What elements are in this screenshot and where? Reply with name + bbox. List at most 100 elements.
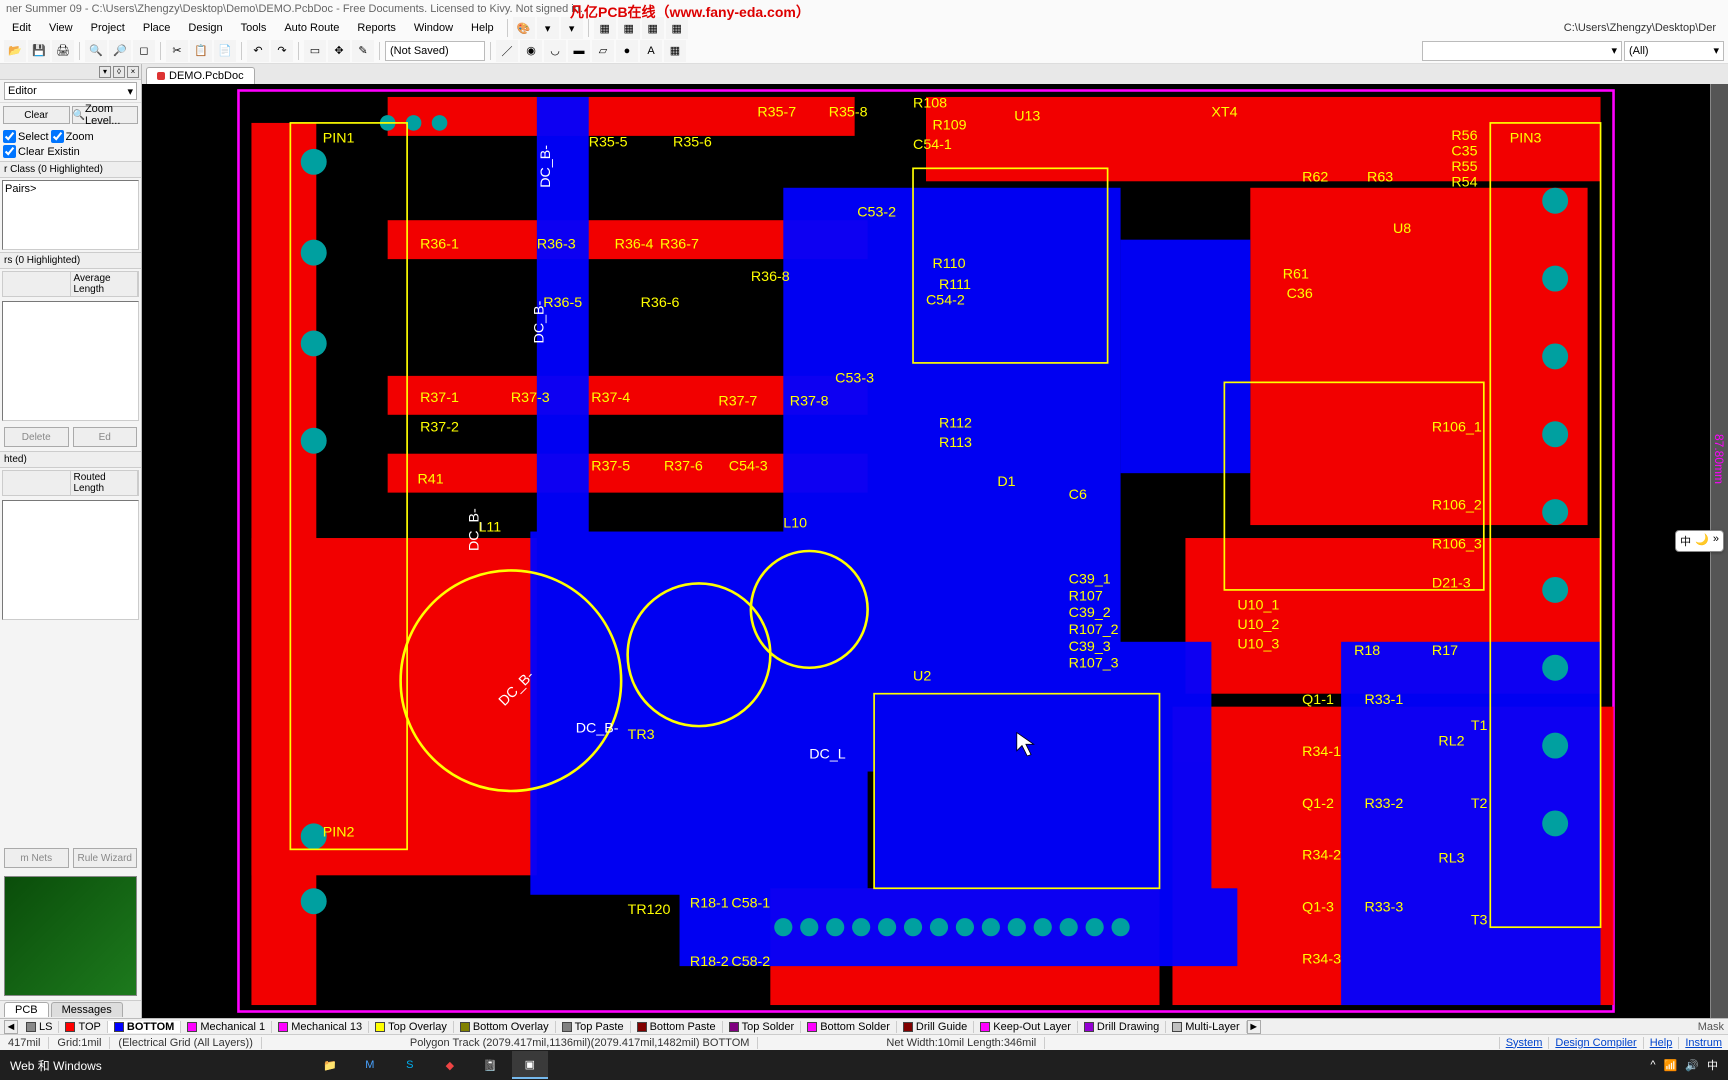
layer-tab-top[interactable]: TOP xyxy=(59,1021,107,1033)
sys-tab-messages[interactable]: Messages xyxy=(51,1002,123,1017)
filter-combo-1[interactable]: ▾ xyxy=(1422,41,1622,61)
layer-tab-bottom-solder[interactable]: Bottom Solder xyxy=(801,1021,897,1033)
menu-autoroute[interactable]: Auto Route xyxy=(276,20,347,36)
rule-wizard-button[interactable]: Rule Wizard xyxy=(73,848,138,868)
paste-icon[interactable]: 📄 xyxy=(214,40,236,62)
layer-tab-mech13[interactable]: Mechanical 13 xyxy=(272,1021,369,1033)
check-clear-existing[interactable]: Clear Existin xyxy=(3,145,80,158)
link-design-compiler[interactable]: Design Compiler xyxy=(1548,1037,1642,1049)
place-fill-icon[interactable]: ▬ xyxy=(568,40,590,62)
layer-tab-top-overlay[interactable]: Top Overlay xyxy=(369,1021,454,1033)
zoom-level-button[interactable]: 🔍 Zoom Level... xyxy=(72,106,139,124)
layer-tab-drill-guide[interactable]: Drill Guide xyxy=(897,1021,974,1033)
check-zoom[interactable]: Zoom xyxy=(51,130,94,143)
panel-close-icon[interactable]: × xyxy=(127,66,139,78)
panel-menu-icon[interactable]: ▾ xyxy=(99,66,111,78)
delete-button[interactable]: Delete xyxy=(4,427,69,447)
place-line-icon[interactable]: ／ xyxy=(496,40,518,62)
menu-help[interactable]: Help xyxy=(463,20,502,36)
layer-tab-multilayer[interactable]: Multi-Layer xyxy=(1166,1021,1246,1033)
layer-tab-ls[interactable]: LS xyxy=(20,1021,59,1033)
layer-nav-next[interactable]: ► xyxy=(1247,1020,1261,1034)
start-search[interactable]: Web 和 Windows xyxy=(0,1057,112,1074)
layer-tab-drill-drawing[interactable]: Drill Drawing xyxy=(1078,1021,1166,1033)
class-list[interactable]: Pairs> xyxy=(2,180,139,250)
menu-view[interactable]: View xyxy=(41,20,81,36)
task-app2-icon[interactable]: 📓 xyxy=(472,1051,508,1079)
layer-mask-label[interactable]: Mask xyxy=(1698,1021,1724,1033)
panel-pin-icon[interactable]: ◊ xyxy=(113,66,125,78)
undo-icon[interactable]: ↶ xyxy=(247,40,269,62)
layer-tab-top-solder[interactable]: Top Solder xyxy=(723,1021,802,1033)
print-icon[interactable]: 🖨 xyxy=(52,40,74,62)
place-comp-icon[interactable]: ▦ xyxy=(664,40,686,62)
ime-lang[interactable]: 中 xyxy=(1680,533,1691,549)
pcb-canvas[interactable]: PIN1 PIN2 PIN3 XT4 R108 R109 R35-5 R35-6… xyxy=(142,84,1710,1018)
layer-tab-bottom[interactable]: BOTTOM xyxy=(108,1021,181,1033)
tray-wifi-icon[interactable]: 📶 xyxy=(1664,1059,1678,1072)
place-poly-icon[interactable]: ▱ xyxy=(592,40,614,62)
layer-tab-bottom-overlay[interactable]: Bottom Overlay xyxy=(454,1021,556,1033)
menu-reports[interactable]: Reports xyxy=(349,20,404,36)
svg-text:R37-5: R37-5 xyxy=(591,459,630,475)
task-skype-icon[interactable]: S xyxy=(392,1051,428,1079)
saved-selection-combo[interactable]: (Not Saved) xyxy=(385,41,485,61)
filter-combo-2[interactable]: (All)▾ xyxy=(1624,41,1724,61)
main-toolbar: 📂 💾 🖨 🔍 🔎 ◻ ✂ 📋 📄 ↶ ↷ ▭ ✥ ✎ (Not Saved) … xyxy=(0,38,1728,64)
task-app1-icon[interactable]: ◆ xyxy=(432,1051,468,1079)
task-explorer-icon[interactable]: 📁 xyxy=(312,1051,348,1079)
select-icon[interactable]: ▭ xyxy=(304,40,326,62)
link-system[interactable]: System xyxy=(1499,1037,1549,1049)
menu-place[interactable]: Place xyxy=(135,20,179,36)
zoom-sel-icon[interactable]: ◻ xyxy=(133,40,155,62)
sys-tab-pcb[interactable]: PCB xyxy=(4,1002,49,1017)
palette-btn[interactable]: 🎨 xyxy=(513,17,535,39)
layer-tab-top-paste[interactable]: Top Paste xyxy=(556,1021,631,1033)
menu-design[interactable]: Design xyxy=(180,20,230,36)
nets-button[interactable]: m Nets xyxy=(4,848,69,868)
tray-up-icon[interactable]: ^ xyxy=(1650,1059,1655,1071)
layer-tab-keepout[interactable]: Keep-Out Layer xyxy=(974,1021,1078,1033)
doc-tab-demo[interactable]: DEMO.PcbDoc xyxy=(146,67,255,84)
ime-mode-icon[interactable]: 🌙 xyxy=(1695,533,1709,549)
tray-ime-icon[interactable]: 中 xyxy=(1707,1057,1718,1073)
task-altium-icon[interactable]: ▣ xyxy=(512,1051,548,1079)
pairs-list[interactable] xyxy=(2,301,139,421)
task-browser-icon[interactable]: M xyxy=(352,1051,388,1079)
zoom-fit-icon[interactable]: 🔍 xyxy=(85,40,107,62)
place-via-icon[interactable]: ◉ xyxy=(520,40,542,62)
place-string-icon[interactable]: A xyxy=(640,40,662,62)
edit-button[interactable]: Ed xyxy=(73,427,138,447)
svg-text:R37-2: R37-2 xyxy=(420,420,459,436)
panel-header: ▾ ◊ × xyxy=(0,64,141,80)
place-pad-icon[interactable]: ● xyxy=(616,40,638,62)
link-help[interactable]: Help xyxy=(1643,1037,1679,1049)
layer-nav-prev[interactable]: ◄ xyxy=(4,1020,18,1034)
tray-volume-icon[interactable]: 🔊 xyxy=(1685,1059,1699,1072)
routed-list[interactable] xyxy=(2,500,139,620)
move-icon[interactable]: ✥ xyxy=(328,40,350,62)
menu-tools[interactable]: Tools xyxy=(233,20,275,36)
link-instruments[interactable]: Instrum xyxy=(1678,1037,1728,1049)
system-tray: ^ 📶 🔊 中 xyxy=(1650,1057,1728,1073)
ime-float[interactable]: 中 🌙 » xyxy=(1675,530,1724,552)
edit-icon[interactable]: ✎ xyxy=(352,40,374,62)
layer-tab-mech1[interactable]: Mechanical 1 xyxy=(181,1021,272,1033)
zoom-area-icon[interactable]: 🔎 xyxy=(109,40,131,62)
place-arc-icon[interactable]: ◡ xyxy=(544,40,566,62)
board-preview[interactable] xyxy=(4,876,137,996)
dropdown-1[interactable]: ▾ xyxy=(537,17,559,39)
copy-icon[interactable]: 📋 xyxy=(190,40,212,62)
menu-project[interactable]: Project xyxy=(83,20,133,36)
ime-more-icon[interactable]: » xyxy=(1713,533,1719,549)
check-select[interactable]: Select xyxy=(3,130,49,143)
editor-combo[interactable]: Editor▾ xyxy=(4,82,137,100)
clear-button[interactable]: Clear xyxy=(3,106,70,124)
menu-edit[interactable]: Edit xyxy=(4,20,39,36)
cut-icon[interactable]: ✂ xyxy=(166,40,188,62)
redo-icon[interactable]: ↷ xyxy=(271,40,293,62)
save-icon[interactable]: 💾 xyxy=(28,40,50,62)
layer-tab-bottom-paste[interactable]: Bottom Paste xyxy=(631,1021,723,1033)
open-icon[interactable]: 📂 xyxy=(4,40,26,62)
menu-window[interactable]: Window xyxy=(406,20,461,36)
